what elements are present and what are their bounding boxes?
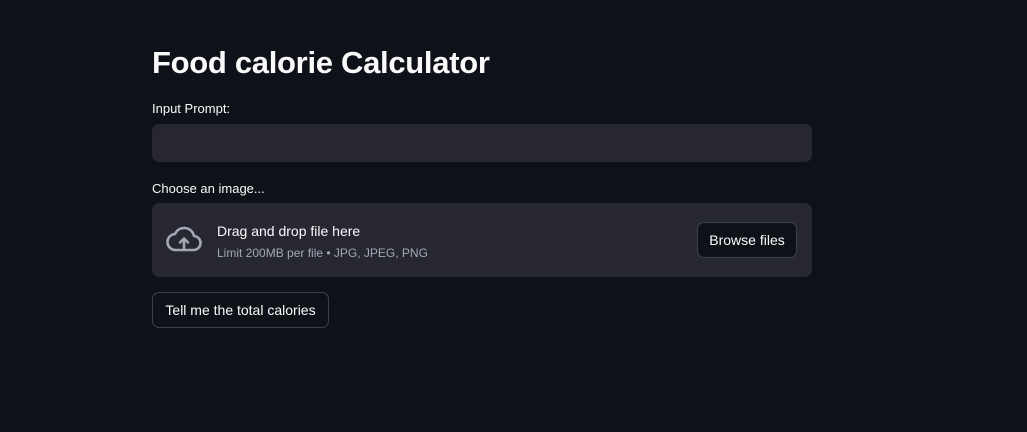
browse-files-button[interactable]: Browse files xyxy=(697,222,797,258)
dropzone-title: Drag and drop file here xyxy=(217,223,361,239)
cloud-upload-icon xyxy=(166,226,202,252)
file-dropzone[interactable]: Drag and drop file here Limit 200MB per … xyxy=(152,203,812,277)
dropzone-limits: Limit 200MB per file • JPG, JPEG, PNG xyxy=(217,246,428,260)
image-uploader-label: Choose an image... xyxy=(152,181,265,196)
app-page: Food calorie Calculator Input Prompt: Ch… xyxy=(0,0,1027,432)
prompt-label: Input Prompt: xyxy=(152,101,231,116)
page-title: Food calorie Calculator xyxy=(152,45,490,80)
calculate-calories-button[interactable]: Tell me the total calories xyxy=(152,292,329,328)
prompt-input[interactable] xyxy=(152,124,812,162)
